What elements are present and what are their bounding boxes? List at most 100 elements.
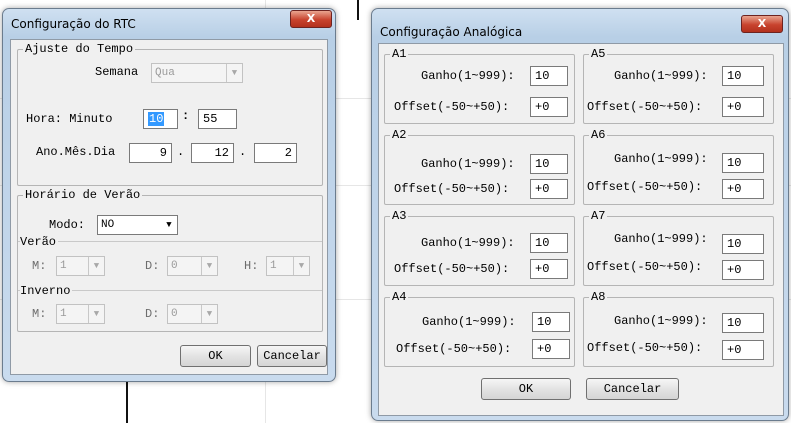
channel-a8-group: A8 Ganho(1~999): 10 Offset(-50~+50): +0 (583, 290, 774, 367)
chevron-down-icon[interactable]: ▼ (293, 257, 309, 275)
rtc-ok-button[interactable]: OK (180, 345, 251, 367)
gain-label: Ganho(1~999): (421, 69, 515, 83)
dst-mode-label: Modo: (49, 218, 86, 232)
channel-a6-group: A6 Ganho(1~999): 10 Offset(-50~+50): +0 (583, 128, 774, 205)
summer-day-label: D: (145, 259, 160, 273)
gain-label: Ganho(1~999): (614, 314, 708, 328)
summer-hour-select[interactable]: 1 ▼ (266, 256, 310, 276)
a8-gain-input[interactable]: 10 (722, 313, 764, 333)
date-separator: . (239, 145, 247, 159)
rtc-cancel-button[interactable]: Cancelar (257, 345, 327, 367)
rtc-dialog: Configuração do RTC X Ajuste do Tempo Se… (2, 8, 336, 382)
a5-gain-input[interactable]: 10 (722, 66, 764, 86)
gain-label: Ganho(1~999): (421, 236, 515, 250)
a3-offset-input[interactable]: +0 (530, 259, 568, 279)
week-select[interactable]: Qua ▼ (151, 63, 243, 83)
close-icon[interactable]: X (741, 15, 783, 33)
offset-label: Offset(-50~+50): (587, 180, 703, 194)
channel-a7-legend: A7 (589, 209, 608, 223)
offset-label: Offset(-50~+50): (394, 100, 510, 114)
gain-label: Ganho(1~999): (614, 152, 708, 166)
summer-legend: Verão (20, 234, 59, 250)
a8-offset-input[interactable]: +0 (722, 340, 764, 360)
channel-a1-legend: A1 (390, 47, 409, 61)
gain-label: Ganho(1~999): (614, 232, 708, 246)
a7-gain-input[interactable]: 10 (722, 234, 764, 254)
channel-a4-legend: A4 (390, 290, 409, 304)
chevron-down-icon[interactable]: ▼ (201, 305, 217, 323)
offset-label: Offset(-50~+50): (396, 342, 512, 356)
a2-offset-input[interactable]: +0 (530, 179, 568, 199)
time-adjust-legend: Ajuste do Tempo (23, 42, 136, 56)
summer-hour-value: 1 (270, 260, 277, 272)
winter-day-value: 0 (171, 308, 178, 320)
a1-offset-input[interactable]: +0 (530, 97, 568, 117)
channel-a1-group: A1 Ganho(1~999): 10 Offset(-50~+50): +0 (384, 47, 575, 124)
a6-offset-input[interactable]: +0 (722, 179, 764, 199)
hour-input[interactable]: 10 (143, 109, 178, 129)
analog-dialog: Configuração Analógica X A1 Ganho(1~999)… (371, 8, 789, 421)
week-label: Semana (95, 65, 139, 79)
a5-offset-input[interactable]: +0 (722, 97, 764, 117)
summer-month-label: M: (32, 259, 47, 273)
channel-a2-group: A2 Ganho(1~999): 10 Offset(-50~+50): +0 (384, 128, 575, 205)
channel-a7-group: A7 Ganho(1~999): 10 Offset(-50~+50): +0 (583, 209, 774, 286)
gain-label: Ganho(1~999): (422, 315, 516, 329)
a1-gain-input[interactable]: 10 (530, 66, 568, 86)
chevron-down-icon[interactable]: ▼ (201, 257, 217, 275)
minute-input[interactable]: 55 (198, 109, 237, 129)
chevron-down-icon[interactable]: ▼ (88, 257, 104, 275)
channel-a5-legend: A5 (589, 47, 608, 61)
chevron-down-icon[interactable]: ▼ (88, 305, 104, 323)
dst-mode-value: NO (101, 219, 115, 231)
summer-month-value: 1 (60, 260, 67, 272)
analog-client-area: A1 Ganho(1~999): 10 Offset(-50~+50): +0 … (378, 43, 784, 416)
chevron-down-icon[interactable]: ▼ (226, 64, 242, 82)
offset-label: Offset(-50~+50): (587, 100, 703, 114)
winter-month-select[interactable]: 1 ▼ (56, 304, 105, 324)
gain-label: Ganho(1~999): (614, 69, 708, 83)
a6-gain-input[interactable]: 10 (722, 153, 764, 173)
rtc-dialog-title: Configuração do RTC (11, 17, 136, 31)
dst-mode-select[interactable]: NO ▼ (97, 215, 178, 235)
summer-day-value: 0 (171, 260, 178, 272)
a7-offset-input[interactable]: +0 (722, 260, 764, 280)
month-input[interactable]: 12 (191, 143, 234, 163)
date-separator: . (177, 145, 185, 159)
close-icon[interactable]: X (290, 10, 332, 28)
winter-month-value: 1 (60, 308, 67, 320)
a4-gain-input[interactable]: 10 (532, 312, 570, 332)
a4-offset-input[interactable]: +0 (532, 339, 570, 359)
hour-minute-label: Hora: Minuto (26, 112, 113, 126)
winter-day-select[interactable]: 0 ▼ (167, 304, 218, 324)
hour-input-value: 10 (148, 112, 165, 126)
channel-a2-legend: A2 (390, 128, 409, 142)
analog-dialog-title: Configuração Analógica (380, 25, 523, 39)
week-select-value: Qua (155, 67, 175, 79)
winter-day-label: D: (145, 307, 160, 321)
summer-day-select[interactable]: 0 ▼ (167, 256, 218, 276)
offset-label: Offset(-50~+50): (587, 260, 703, 274)
ladder-rail (126, 380, 128, 423)
summer-divider (18, 241, 322, 242)
analog-cancel-button[interactable]: Cancelar (586, 378, 679, 400)
winter-month-label: M: (32, 307, 47, 321)
day-input[interactable]: 2 (254, 143, 297, 163)
a3-gain-input[interactable]: 10 (530, 233, 568, 253)
channel-a3-legend: A3 (390, 209, 409, 223)
offset-label: Offset(-50~+50): (394, 262, 510, 276)
chevron-down-icon[interactable]: ▼ (161, 216, 177, 234)
time-separator: : (182, 109, 190, 123)
time-adjust-group: Ajuste do Tempo Semana Qua ▼ Hora: Minut… (17, 42, 323, 186)
channel-a3-group: A3 Ganho(1~999): 10 Offset(-50~+50): +0 (384, 209, 575, 286)
year-input[interactable]: 9 (129, 143, 172, 163)
offset-label: Offset(-50~+50): (394, 182, 510, 196)
analog-ok-button[interactable]: OK (481, 378, 571, 400)
ladder-rail (357, 0, 359, 20)
a2-gain-input[interactable]: 10 (530, 154, 568, 174)
channel-a4-group: A4 Ganho(1~999): 10 Offset(-50~+50): +0 (384, 290, 575, 367)
channel-a5-group: A5 Ganho(1~999): 10 Offset(-50~+50): +0 (583, 47, 774, 124)
channel-a6-legend: A6 (589, 128, 608, 142)
summer-month-select[interactable]: 1 ▼ (56, 256, 105, 276)
dst-legend: Horário de Verão (23, 188, 143, 202)
